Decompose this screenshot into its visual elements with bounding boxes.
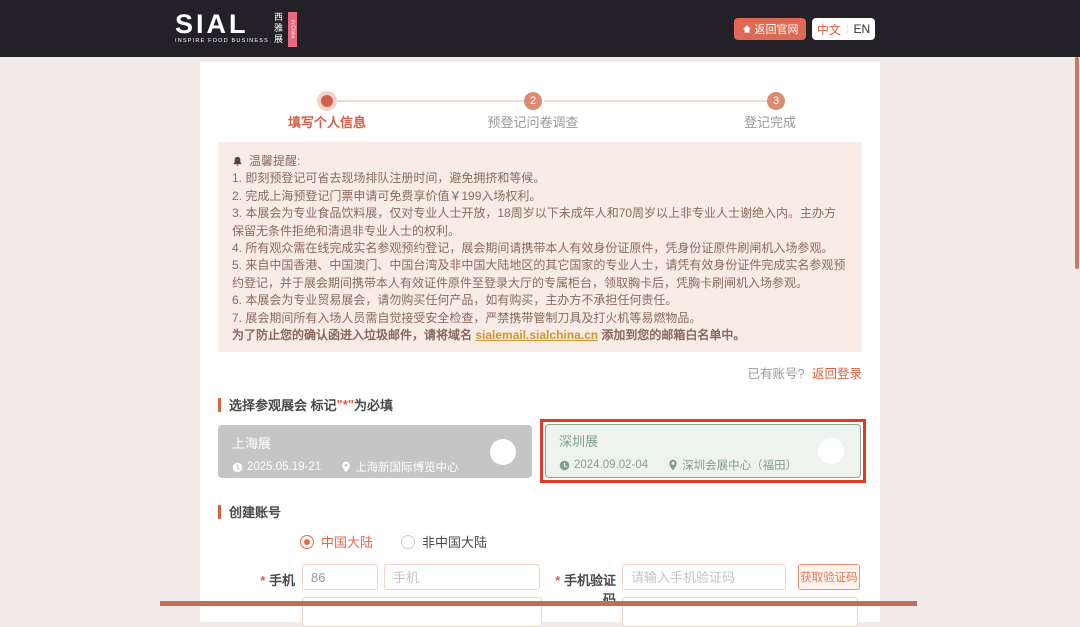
- exhibition-card-shanghai[interactable]: 上海展 2025.05.19-21 上海新国际博览中心: [218, 425, 532, 478]
- required-star: *: [260, 573, 265, 588]
- back-to-official-site-button[interactable]: 返回官网: [734, 18, 806, 40]
- logo-in-china-ribbon: in China: [288, 12, 297, 47]
- phone-label: * 手机: [250, 570, 295, 589]
- exhibition-card-shenzhen[interactable]: 深圳展 2024.09.02-04 深圳会展中心（福田）: [545, 424, 861, 478]
- step-3-label: 登记完成: [700, 112, 840, 131]
- exhibition-date: 2024.09.02-04: [574, 459, 648, 471]
- notice-line: 5. 来自中国香港、中国澳门、中国台湾及非中国大陆地区的其它国家的专业人士，请凭…: [232, 257, 848, 292]
- notice-line: 2. 完成上海预登记门票申请可免费享价值￥199入场权利。: [232, 188, 848, 205]
- exhibition-name: 上海展: [232, 433, 518, 452]
- step-connector: [336, 100, 524, 102]
- selection-highlight-annotation: 深圳展 2024.09.02-04 深圳会展中心（福田）: [540, 419, 866, 483]
- notice-line: 4. 所有观众需在线完成实名参观预约登记，展会期间请携带本人有效身份证原件，凭身…: [232, 240, 848, 257]
- notice-footer: 为了防止您的确认函进入垃圾邮件，请将域名 sialemail.sialchina…: [232, 327, 848, 344]
- lang-divider: |: [846, 24, 849, 35]
- required-star: *: [555, 573, 560, 588]
- radio-mainland-china[interactable]: 中国大陆: [300, 532, 373, 551]
- notice-line: 1. 即刻预登记可省去现场排队注册时间，避免拥挤和等候。: [232, 170, 848, 187]
- top-navbar: SIAL INSPIRE FOOD BUSINESS 西 雅 展 in Chin…: [0, 0, 1080, 57]
- exhibition-name: 深圳展: [559, 431, 847, 450]
- exhibition-venue: 深圳会展中心（福田）: [682, 457, 797, 473]
- existing-account-row: 已有账号? 返回登录: [748, 363, 862, 382]
- bell-icon: [232, 156, 243, 167]
- step-2-label: 预登记问卷调查: [463, 112, 603, 131]
- step-1-indicator: [321, 95, 333, 107]
- step-2-indicator: 2: [524, 92, 542, 110]
- country-code-input[interactable]: [302, 564, 378, 590]
- create-account-section-title: 创建账号: [218, 502, 281, 521]
- section-accent-bar: [218, 398, 221, 412]
- choose-exhibition-section-title: 选择参观展会 标记 "*" 为必填: [218, 395, 393, 414]
- scrollbar-thumb[interactable]: [1075, 57, 1079, 269]
- radio-unselected-icon: [401, 535, 415, 549]
- sial-logo: SIAL INSPIRE FOOD BUSINESS 西 雅 展 in Chin…: [175, 11, 297, 47]
- location-pin-icon: [668, 459, 678, 471]
- radio-non-mainland-china[interactable]: 非中国大陆: [401, 532, 487, 551]
- exhibition-radio[interactable]: [490, 439, 516, 465]
- section-accent-bar: [218, 505, 221, 519]
- notice-line: 3. 本展会为专业食品饮料展，仅对专业人士开放，18周岁以下未成年人和70周岁以…: [232, 205, 848, 240]
- have-account-text: 已有账号?: [748, 367, 805, 381]
- step-1-label: 填写个人信息: [257, 112, 397, 131]
- logo-chinese-characters: 西 雅 展: [274, 12, 283, 45]
- lang-english[interactable]: EN: [853, 22, 870, 36]
- get-verification-code-button[interactable]: 获取验证码: [798, 564, 860, 590]
- lang-chinese[interactable]: 中文: [817, 21, 841, 38]
- sms-code-input[interactable]: [622, 564, 786, 590]
- notice-line: 6. 本展会为专业贸易展会，请勿购买任何产品，如有购买，主办方不承担任何责任。: [232, 292, 848, 309]
- region-radio-group: 中国大陆 非中国大陆: [300, 532, 487, 551]
- notice-line: 7. 展会期间所有入场人员需自觉接受安全检查，严禁携带管制刀具及打火机等易燃物品…: [232, 310, 848, 327]
- back-to-login-link[interactable]: 返回登录: [812, 367, 862, 381]
- home-icon: [742, 24, 752, 34]
- radio-selected-icon: [300, 535, 314, 549]
- required-mark: "*": [337, 397, 354, 412]
- clock-icon: [232, 462, 243, 473]
- whitelist-domain-link[interactable]: sialemail.sialchina.cn: [475, 328, 598, 342]
- exhibition-venue: 上海新国际博览中心: [355, 459, 459, 475]
- notice-box: 温馨提醒: 1. 即刻预登记可省去现场排队注册时间，避免拥挤和等候。 2. 完成…: [218, 142, 862, 352]
- exhibition-date: 2025.05.19-21: [247, 461, 321, 473]
- clock-icon: [559, 460, 570, 471]
- location-pin-icon: [341, 461, 351, 473]
- step-connector: [544, 100, 767, 102]
- bottom-cutoff-bar: [160, 601, 917, 606]
- logo-tagline: INSPIRE FOOD BUSINESS: [175, 38, 269, 44]
- notice-title: 温馨提醒:: [249, 153, 300, 170]
- logo-wordmark: SIAL: [175, 11, 269, 37]
- registration-form-card: 2 3 填写个人信息 预登记问卷调查 登记完成 温馨提醒: 1. 即刻预登记可省…: [200, 62, 880, 622]
- language-switcher: 中文 | EN: [812, 18, 875, 40]
- step-3-indicator: 3: [767, 92, 785, 110]
- phone-number-input[interactable]: [384, 564, 540, 590]
- exhibition-radio[interactable]: [818, 438, 844, 464]
